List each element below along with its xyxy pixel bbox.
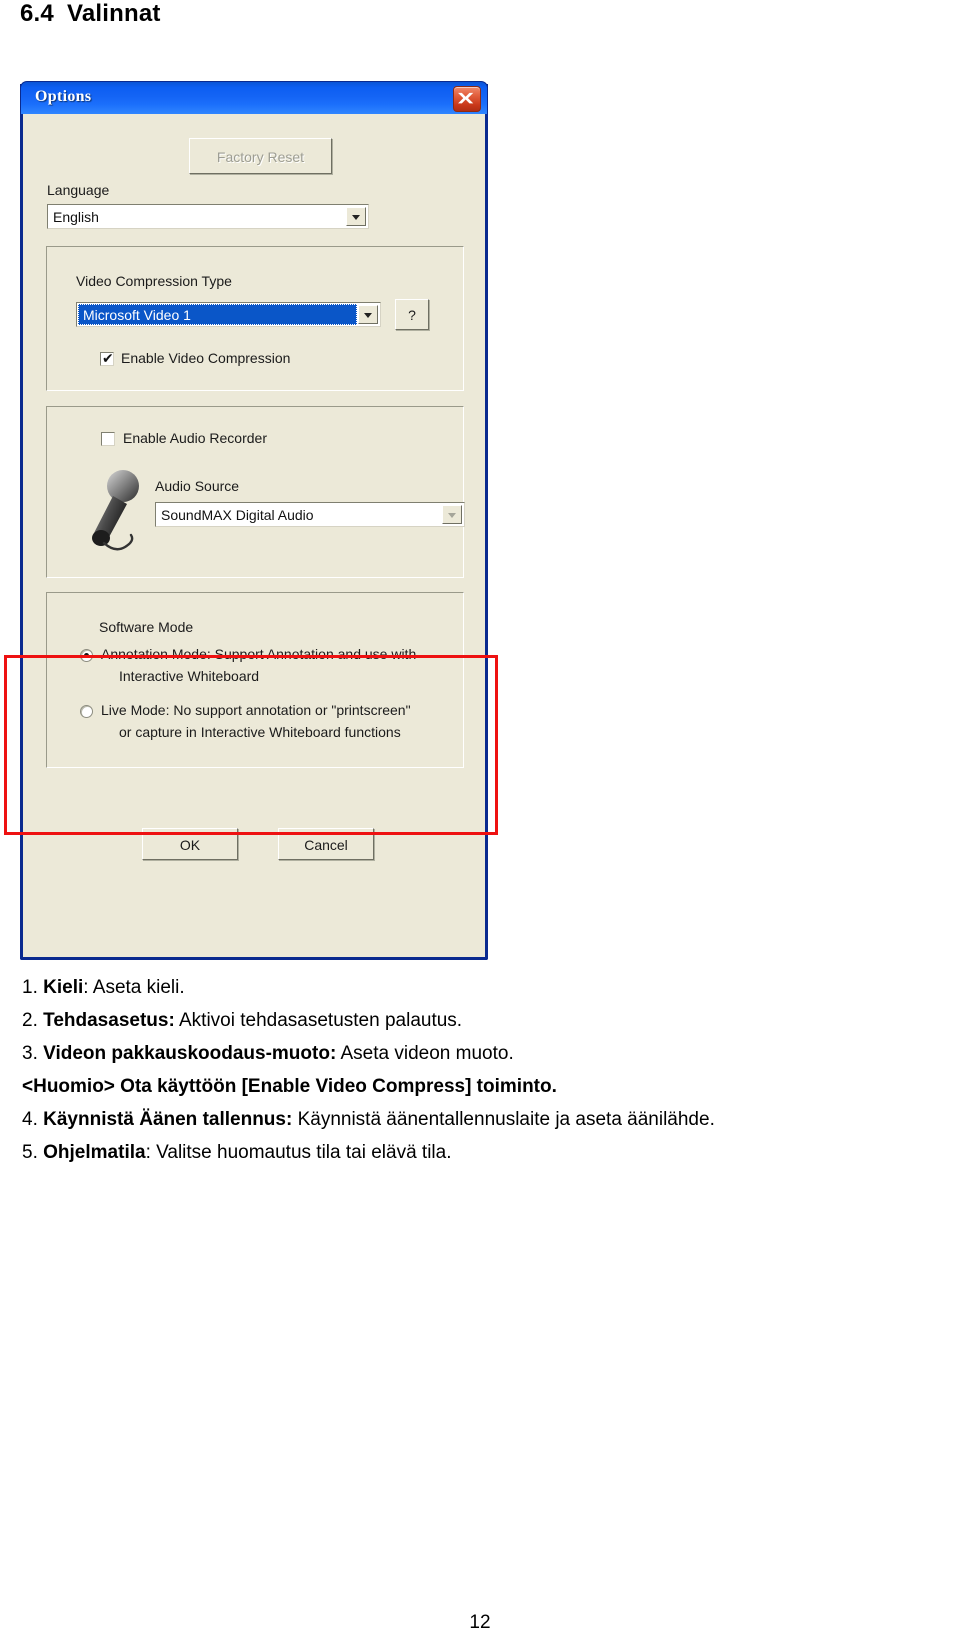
list-item-text: Aktivoi tehdasasetusten palautus.	[174, 1010, 463, 1031]
list-item-term: Käynnistä Äänen tallennus:	[43, 1109, 293, 1130]
cancel-button-label: Cancel	[304, 837, 348, 853]
check-icon: ✔	[102, 351, 114, 367]
audio-recorder-group: Enable Audio Recorder Audio Source Sound…	[46, 406, 465, 578]
list-item-text: Valitse huomautus tila tai elävä tila.	[150, 1142, 452, 1163]
chevron-down-icon[interactable]	[346, 207, 366, 226]
list-item: 5. Ohjelmatila: Valitse huomautus tila t…	[22, 1143, 942, 1162]
annotation-mode-radio[interactable]	[80, 649, 93, 662]
software-mode-label: Software Mode	[99, 619, 194, 635]
enable-audio-recorder-label: Enable Audio Recorder	[123, 430, 267, 446]
radio-selected-dot	[84, 653, 89, 658]
page-title-number: 6.4	[20, 0, 54, 27]
annotation-mode-label-line2: Interactive Whiteboard	[119, 668, 260, 684]
live-mode-label-line2: or capture in Interactive Whiteboard fun…	[119, 724, 401, 740]
list-item-text: Aseta kieli.	[88, 977, 185, 998]
ok-button[interactable]: OK	[142, 828, 238, 860]
microphone-icon	[92, 470, 139, 551]
note-item: <Huomio> Ota käyttöön [Enable Video Comp…	[22, 1077, 942, 1096]
list-item-index: 1.	[22, 977, 38, 998]
cancel-button[interactable]: Cancel	[278, 828, 374, 860]
software-mode-group: Software Mode Annotation Mode: Support A…	[46, 592, 464, 768]
language-combobox[interactable]: English	[47, 204, 369, 229]
list-item-term: Kieli	[43, 977, 84, 998]
list-item: 4. Käynnistä Äänen tallennus: Käynnistä …	[22, 1110, 942, 1129]
close-icon[interactable]	[453, 86, 481, 112]
chevron-down-icon[interactable]	[358, 305, 378, 324]
video-codec-value: Microsoft Video 1	[83, 306, 191, 323]
language-value: English	[53, 208, 99, 225]
list-item-term: Ohjelmatila	[43, 1142, 146, 1163]
list-item-text: Aseta videon muoto.	[336, 1043, 514, 1064]
audio-source-value: SoundMAX Digital Audio	[161, 506, 314, 523]
enable-audio-recorder-checkbox[interactable]	[101, 432, 115, 446]
dialog-title: Options	[35, 88, 92, 105]
close-x-glyph	[458, 92, 474, 104]
ok-button-label: OK	[179, 837, 201, 853]
list-item-term: Tehdasasetus:	[43, 1010, 175, 1031]
dialog-body: Factory Reset Language English Video Com…	[23, 114, 485, 957]
factory-reset-button[interactable]: Factory Reset	[189, 138, 332, 174]
page-number: 12	[469, 1612, 491, 1633]
language-label: Language	[47, 182, 110, 198]
video-codec-help-button[interactable]: ?	[395, 299, 429, 330]
audio-source-combobox[interactable]: SoundMAX Digital Audio	[155, 502, 465, 527]
audio-source-label: Audio Source	[155, 478, 240, 494]
options-dialog: Options Factory Reset Language English V…	[20, 81, 488, 960]
annotation-mode-label-line1: Annotation Mode: Support Annotation and …	[101, 646, 417, 662]
list-item-index: 4.	[22, 1109, 38, 1130]
list-item-index: 2.	[22, 1010, 38, 1031]
list-item-text: Käynnistä äänentallennuslaite ja aseta ä…	[292, 1109, 715, 1130]
list-item: 2. Tehdasasetus: Aktivoi tehdasasetusten…	[22, 1011, 942, 1030]
enable-video-compression-checkbox[interactable]: ✔	[100, 352, 114, 366]
chevron-down-icon[interactable]	[442, 505, 462, 524]
list-item-term: Videon pakkauskoodaus-muoto:	[43, 1043, 337, 1064]
video-compression-group: Video Compression Type Microsoft Video 1…	[46, 246, 464, 391]
list-item-index: 3.	[22, 1043, 38, 1064]
video-compression-type-label: Video Compression Type	[76, 273, 232, 289]
list-item: 1. Kieli: Aseta kieli.	[22, 978, 942, 997]
list-item-index: 5.	[22, 1142, 38, 1163]
note-text: <Huomio> Ota käyttöön [Enable Video Comp…	[22, 1076, 557, 1097]
live-mode-radio[interactable]	[80, 705, 93, 718]
dialog-titlebar: Options	[20, 81, 488, 114]
enable-video-compression-label: Enable Video Compression	[121, 350, 291, 366]
page-title-text: Valinnat	[66, 0, 161, 27]
factory-reset-label: Factory Reset	[216, 149, 305, 165]
list-item: 3. Videon pakkauskoodaus-muoto: Aseta vi…	[22, 1044, 942, 1063]
instruction-list: 1. Kieli: Aseta kieli. 2. Tehdasasetus: …	[22, 978, 942, 1176]
page-title: 6.4 Valinnat	[20, 0, 161, 28]
video-codec-combobox[interactable]: Microsoft Video 1	[76, 302, 381, 327]
help-button-label: ?	[408, 307, 416, 323]
live-mode-label-line1: Live Mode: No support annotation or "pri…	[101, 702, 411, 718]
